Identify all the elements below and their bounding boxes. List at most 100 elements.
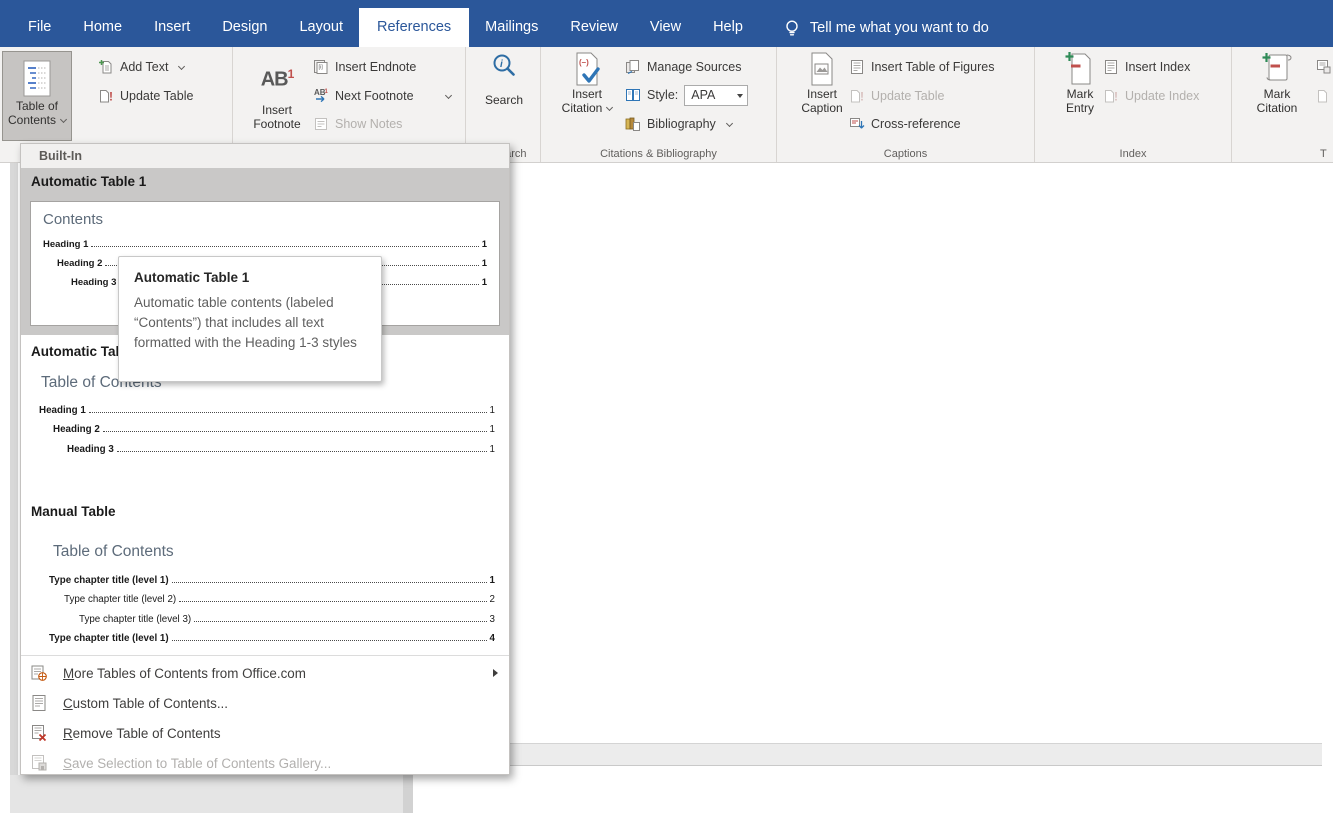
show-notes-icon bbox=[315, 118, 327, 130]
menu-remove-table-of-contents[interactable]: Remove Table of Contents bbox=[21, 718, 509, 748]
horizontal-scrollbar[interactable] bbox=[461, 743, 1322, 766]
insert-index-icon bbox=[1105, 60, 1117, 74]
insert-endnote-button[interactable]: [i] Insert Endnote bbox=[313, 56, 416, 78]
update-index-disabled-icon: ! bbox=[1105, 90, 1118, 104]
insert-table-of-figures-button[interactable]: Insert Table of Figures bbox=[849, 56, 994, 78]
update-table-authorities-button bbox=[1316, 85, 1332, 107]
submenu-arrow-icon bbox=[493, 669, 498, 677]
tab-review[interactable]: Review bbox=[554, 8, 634, 47]
insert-citation-button[interactable]: (–) Insert Citation bbox=[555, 51, 619, 115]
svg-text:[i]: [i] bbox=[319, 65, 324, 71]
toc-preview-row: Heading 21 bbox=[53, 424, 495, 435]
insert-caption-icon bbox=[811, 52, 833, 86]
show-notes-button: Show Notes bbox=[313, 113, 402, 135]
authorities-group-label: T bbox=[1320, 148, 1327, 160]
toc-preview-row: Type chapter title (level 1) 4 bbox=[49, 633, 495, 644]
footnote-ab1-icon: AB1 bbox=[260, 67, 295, 91]
cross-reference-button[interactable]: Cross-reference bbox=[849, 113, 961, 135]
toc-button-label: Table of bbox=[15, 99, 59, 113]
tab-references[interactable]: References bbox=[359, 8, 470, 47]
toc-preview-row: Heading 11 bbox=[39, 404, 495, 416]
svg-text:(–): (–) bbox=[579, 58, 589, 67]
tab-design[interactable]: Design bbox=[206, 8, 283, 47]
preview-title: Contents bbox=[43, 211, 104, 228]
tab-mailings[interactable]: Mailings bbox=[469, 8, 554, 47]
gallery-tooltip: Automatic Table 1 Automatic table conten… bbox=[118, 256, 382, 382]
svg-text:!: ! bbox=[109, 90, 113, 104]
svg-text:1: 1 bbox=[325, 89, 329, 95]
tab-insert[interactable]: Insert bbox=[138, 8, 206, 47]
manual-table-preview: Type chapter title (level 1) 1 Type chapt… bbox=[49, 566, 495, 646]
tab-home[interactable]: Home bbox=[67, 8, 138, 47]
toc-preview-row: Type chapter title (level 2) 2 bbox=[64, 594, 495, 605]
tell-me-box[interactable]: Tell me what you want to do bbox=[783, 8, 989, 47]
update-table-authorities-icon bbox=[1318, 90, 1327, 103]
manage-sources-button[interactable]: Manage Sources bbox=[625, 56, 742, 78]
save-selection-icon bbox=[32, 755, 47, 771]
mark-citation-button[interactable]: Mark Citation bbox=[1245, 51, 1309, 115]
chevron-down-icon bbox=[606, 103, 614, 112]
tab-help[interactable]: Help bbox=[697, 8, 759, 47]
toc-preview-row: Type chapter title (level 3) 3 bbox=[79, 613, 495, 625]
update-table-button[interactable]: ! Update Table bbox=[98, 85, 193, 107]
tab-layout[interactable]: Layout bbox=[283, 8, 359, 47]
menu-custom-table-of-contents[interactable]: Custom Table of Contents... bbox=[21, 688, 509, 718]
tell-me-label: Tell me what you want to do bbox=[809, 19, 989, 36]
insert-index-button[interactable]: Insert Index bbox=[1103, 56, 1190, 78]
update-table-captions-button: ! Update Table bbox=[849, 85, 944, 107]
citations-group-label: Citations & Bibliography bbox=[600, 148, 717, 160]
search-button[interactable]: i Search bbox=[472, 51, 536, 107]
svg-text:!: ! bbox=[1114, 90, 1118, 104]
tooltip-body: Automatic table contents (labeled “Conte… bbox=[134, 295, 357, 350]
insert-caption-button[interactable]: Insert Caption bbox=[790, 51, 854, 115]
cross-reference-icon bbox=[850, 118, 865, 129]
style-select[interactable]: APA bbox=[684, 84, 749, 106]
mark-citation-icon bbox=[1262, 53, 1292, 81]
custom-toc-icon bbox=[32, 695, 46, 711]
toc-preview-row: Type chapter title (level 1) 1 bbox=[49, 574, 495, 586]
index-group-label: Index bbox=[1119, 148, 1147, 160]
toc-preview-row: Heading 11 bbox=[43, 239, 487, 250]
toc-preview-row: Heading 31 bbox=[67, 443, 495, 455]
svg-text:i: i bbox=[500, 59, 503, 70]
automatic-table-1-header: Automatic Table 1 bbox=[31, 174, 147, 189]
style-label: Style: bbox=[647, 88, 679, 102]
group-citations-bibliography: (–) Insert Citation Manage Sources Style… bbox=[541, 47, 777, 162]
bibliography-button[interactable]: Bibliography bbox=[625, 113, 733, 135]
captions-group-label: Captions bbox=[883, 148, 928, 160]
bottom-left-edge-shadow bbox=[403, 775, 413, 813]
update-index-button: ! Update Index bbox=[1103, 85, 1199, 107]
window-left-edge bbox=[10, 163, 18, 813]
group-captions: Insert Caption Insert Table of Figures !… bbox=[777, 47, 1035, 162]
combo-arrow-icon bbox=[737, 93, 744, 98]
gallery-item-manual-table[interactable]: Manual Table Table of Contents Type chap… bbox=[21, 498, 509, 646]
update-table-disabled-icon: ! bbox=[851, 90, 864, 104]
chevron-down-icon bbox=[444, 91, 452, 99]
tab-file[interactable]: File bbox=[12, 8, 67, 47]
remove-toc-icon bbox=[32, 725, 47, 742]
chevron-down-icon bbox=[59, 115, 68, 124]
automatic-table-2-preview: Heading 11 Heading 21 Heading 31 bbox=[39, 396, 495, 455]
lightbulb-icon bbox=[786, 19, 798, 35]
insert-table-of-authorities-button[interactable] bbox=[1316, 56, 1332, 78]
tab-view[interactable]: View bbox=[634, 8, 697, 47]
insert-citation-icon: (–) bbox=[576, 52, 600, 86]
table-of-contents-button[interactable]: Table of Contents bbox=[2, 51, 72, 141]
chevron-down-icon bbox=[178, 62, 186, 70]
add-text-button[interactable]: Add Text bbox=[98, 56, 186, 78]
insert-endnote-icon: [i] bbox=[314, 60, 328, 74]
word-window: File Home Insert Design Layout Reference… bbox=[0, 0, 1333, 813]
style-icon bbox=[626, 89, 640, 101]
search-icon: i bbox=[493, 54, 515, 76]
toc-preview-row: Type chapter title (level 2)5 bbox=[64, 644, 495, 646]
menu-more-tables-from-office[interactable]: More Tables of Contents from Office.com bbox=[21, 658, 509, 688]
chevron-down-icon bbox=[725, 119, 733, 127]
tooltip-title: Automatic Table 1 bbox=[134, 270, 250, 285]
menu-save-selection-to-gallery: Save Selection to Table of Contents Gall… bbox=[21, 748, 509, 778]
next-footnote-button[interactable]: AB 1 Next Footnote bbox=[313, 85, 452, 107]
svg-text:!: ! bbox=[860, 90, 864, 104]
insert-footnote-button[interactable]: AB1 Insert Footnote bbox=[245, 51, 309, 131]
manual-table-header: Manual Table bbox=[31, 504, 116, 519]
manage-sources-icon bbox=[626, 60, 639, 75]
built-in-section-label: Built-In bbox=[21, 144, 509, 168]
